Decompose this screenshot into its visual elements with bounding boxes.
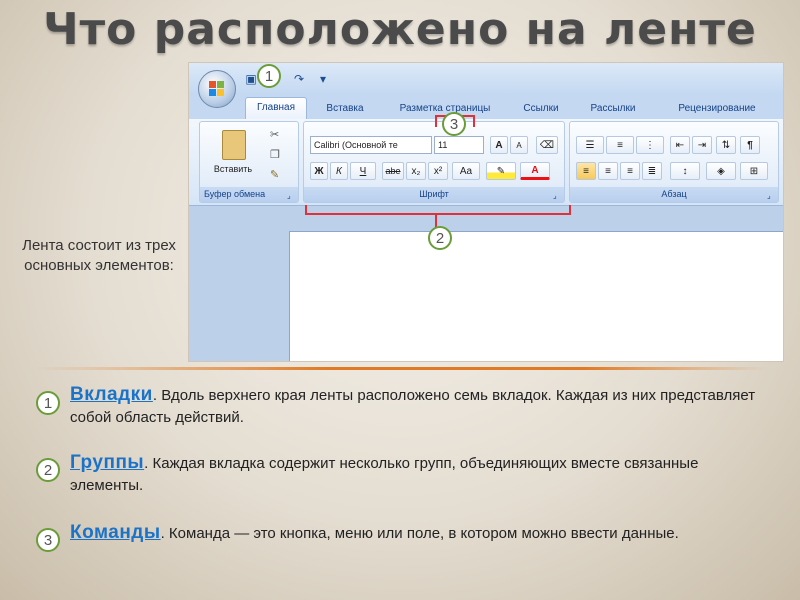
item-badge-3: 3 — [36, 528, 60, 552]
group-label-font: Шрифт — [304, 187, 564, 202]
item-tabs: Вкладки. Вдоль верхнего края ленты распо… — [70, 384, 760, 429]
line-spacing-icon[interactable]: ↕ — [670, 162, 700, 180]
quick-access-toolbar: ▣ ↶ ↷ ▾ — [243, 70, 331, 88]
clear-format-icon[interactable]: ⌫ — [536, 136, 558, 154]
side-caption: Лента состоит из трех основных элементов… — [22, 237, 176, 274]
callout-badge-3: 3 — [442, 112, 466, 136]
align-center-icon[interactable]: ≡ — [598, 162, 618, 180]
group-font: Calibri (Основной те 11 A A ⌫ Ж К Ч abe … — [303, 121, 565, 203]
grow-font-button[interactable]: A — [490, 136, 508, 154]
pilcrow-button[interactable]: ¶ — [740, 136, 760, 154]
paste-icon[interactable] — [222, 130, 246, 160]
office-logo-icon — [209, 81, 225, 97]
bullets-icon[interactable]: ☰ — [576, 136, 604, 154]
slide-title: Что расположено на ленте — [43, 4, 757, 55]
dialog-launcher-icon[interactable]: ⌟ — [553, 191, 562, 200]
callout-badge-2: 2 — [428, 226, 452, 250]
font-size-field[interactable]: 11 — [434, 136, 484, 154]
font-name-field[interactable]: Calibri (Основной те — [310, 136, 432, 154]
font-color-button[interactable]: A — [520, 162, 550, 180]
cut-icon[interactable]: ✂ — [270, 128, 279, 141]
redo-icon[interactable]: ↷ — [291, 71, 307, 87]
item-badge-2: 2 — [36, 458, 60, 482]
ribbon-screenshot: ▣ ↶ ↷ ▾ Главная Вставка Разметка страниц… — [188, 62, 784, 362]
align-left-icon[interactable]: ≡ — [576, 162, 596, 180]
shading-icon[interactable]: ◈ — [706, 162, 736, 180]
item-badge-1: 1 — [36, 391, 60, 415]
item-keyword: Команды — [70, 522, 161, 543]
item-keyword: Вкладки — [70, 384, 153, 405]
dialog-launcher-icon[interactable]: ⌟ — [287, 191, 296, 200]
tab-home[interactable]: Главная — [245, 97, 307, 120]
copy-icon[interactable]: ❐ — [270, 148, 280, 161]
tab-review[interactable]: Рецензирование — [667, 99, 767, 119]
highlight-icon[interactable]: ✎ — [486, 162, 516, 180]
justify-icon[interactable]: ≣ — [642, 162, 662, 180]
numbering-icon[interactable]: ≡ — [606, 136, 634, 154]
item-commands: Команды. Команда — это кнопка, меню или … — [70, 522, 760, 545]
bold-button[interactable]: Ж — [310, 162, 328, 180]
increase-indent-icon[interactable]: ⇥ — [692, 136, 712, 154]
qat-dropdown-icon[interactable]: ▾ — [315, 71, 331, 87]
subscript-button[interactable]: x₂ — [406, 162, 426, 180]
item-text: . Каждая вкладка содержит несколько груп… — [70, 455, 699, 494]
item-text: . Команда — это кнопка, меню или поле, в… — [160, 525, 679, 542]
decrease-indent-icon[interactable]: ⇤ — [670, 136, 690, 154]
item-text: . Вдоль верхнего края ленты расположено … — [70, 387, 756, 426]
group-paragraph: ☰ ≡ ⋮ ⇤ ⇥ ⇅ ¶ ≡ ≡ ≡ ≣ ↕ ◈ ⊞ Абзац ⌟ — [569, 121, 779, 203]
dialog-launcher-icon[interactable]: ⌟ — [767, 191, 776, 200]
group-clipboard: Вставить ✂ ❐ ✎ Буфер обмена ⌟ — [199, 121, 299, 203]
multilevel-list-icon[interactable]: ⋮ — [636, 136, 664, 154]
group-bracket — [305, 205, 571, 215]
superscript-button[interactable]: x² — [428, 162, 448, 180]
group-label-clipboard: Буфер обмена — [200, 187, 298, 202]
divider-line — [36, 367, 766, 370]
borders-icon[interactable]: ⊞ — [740, 162, 768, 180]
format-painter-icon[interactable]: ✎ — [270, 168, 279, 181]
tab-mailings[interactable]: Рассылки — [581, 99, 645, 119]
callout-badge-1: 1 — [257, 64, 281, 88]
sort-icon[interactable]: ⇅ — [716, 136, 736, 154]
item-groups: Группы. Каждая вкладка содержит нескольк… — [70, 452, 760, 497]
tab-insert[interactable]: Вставка — [315, 99, 375, 119]
document-page[interactable] — [289, 231, 783, 361]
group-label-paragraph: Абзац — [570, 187, 778, 202]
underline-button[interactable]: Ч — [350, 162, 376, 180]
tab-references[interactable]: Ссылки — [513, 99, 569, 119]
italic-button[interactable]: К — [330, 162, 348, 180]
office-button[interactable] — [198, 70, 236, 108]
strikethrough-button[interactable]: abe — [382, 162, 404, 180]
item-keyword: Группы — [70, 452, 145, 473]
paste-button[interactable]: Вставить — [208, 164, 258, 174]
shrink-font-button[interactable]: A — [510, 136, 528, 154]
change-case-button[interactable]: Aa — [452, 162, 480, 180]
align-right-icon[interactable]: ≡ — [620, 162, 640, 180]
